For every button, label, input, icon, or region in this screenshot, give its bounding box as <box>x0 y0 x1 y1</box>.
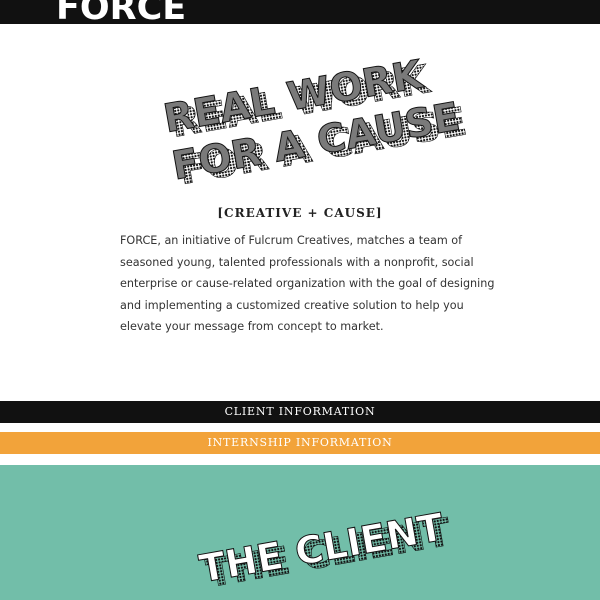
client-information-button[interactable]: CLIENT INFORMATION <box>0 401 600 423</box>
internship-information-button[interactable]: INTERNSHIP INFORMATION <box>0 432 600 454</box>
tagline: [CREATIVE + CAUSE] <box>217 206 383 220</box>
force-logo[interactable]: FORCE <box>56 0 186 24</box>
intro-paragraph: FORCE, an initiative of Fulcrum Creative… <box>120 234 495 334</box>
hero-headline: REAL WORK FOR A CAUSE REAL WORK FOR A CA… <box>150 48 471 195</box>
client-heading: THE CLIENT <box>196 505 447 591</box>
client-section: THE CLIENT THE CLIENT <box>0 465 600 600</box>
top-header-bar: FORCE <box>0 0 600 24</box>
hero-headline-graphic: REAL WORK FOR A CAUSE REAL WORK FOR A CA… <box>160 52 471 195</box>
client-heading-graphic: THE CLIENT THE CLIENT <box>196 504 455 596</box>
